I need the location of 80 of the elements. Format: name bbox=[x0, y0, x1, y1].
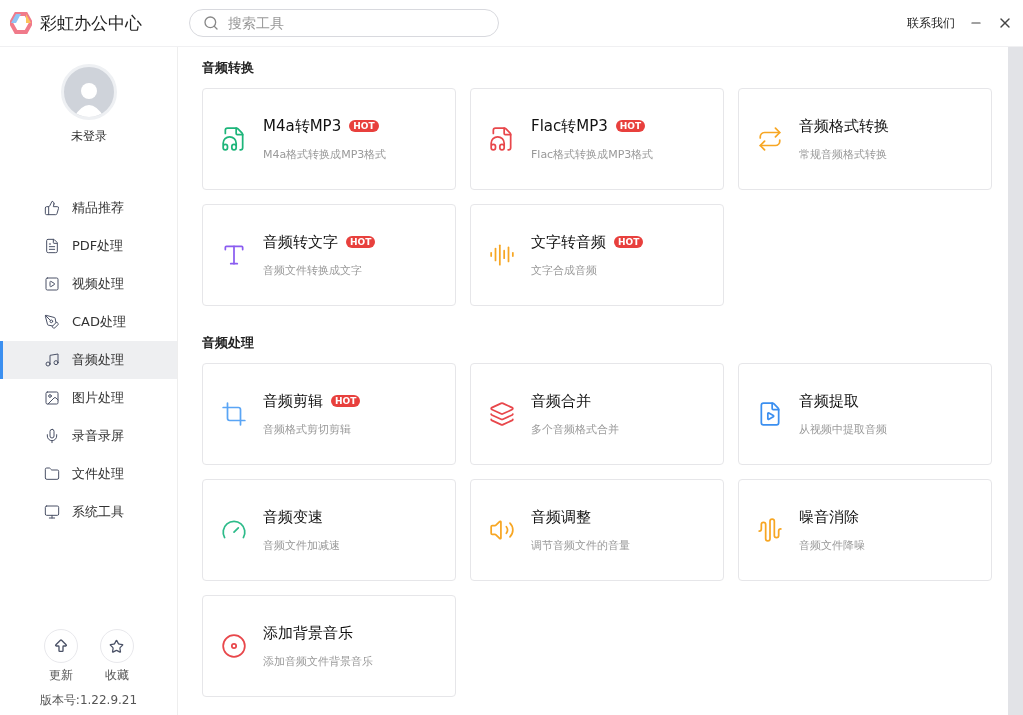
star-icon bbox=[109, 638, 124, 654]
tool-name: 音频合并 bbox=[531, 391, 591, 411]
nav-label: 录音录屏 bbox=[72, 427, 124, 445]
nav-item[interactable]: 精品推荐 bbox=[0, 189, 177, 227]
tool-card[interactable]: 噪音消除 音频文件降噪 bbox=[738, 479, 992, 581]
nav-item[interactable]: 录音录屏 bbox=[0, 417, 177, 455]
nav-icon bbox=[44, 352, 60, 368]
nav-icon bbox=[44, 504, 60, 520]
search-icon bbox=[203, 15, 219, 31]
tool-description: 多个音频格式合并 bbox=[531, 421, 619, 437]
nav-item[interactable]: 视频处理 bbox=[0, 265, 177, 303]
nav-icon bbox=[44, 314, 60, 330]
tool-card[interactable]: 音频调整 调节音频文件的音量 bbox=[470, 479, 724, 581]
section-title: 音频转换 bbox=[202, 59, 255, 77]
tool-description: 音频格式剪切剪辑 bbox=[263, 421, 352, 437]
nav-icon bbox=[44, 428, 60, 444]
tool-name: 音频变速 bbox=[263, 507, 323, 527]
tool-card[interactable]: 音频转文字 HOT 音频文件转换成文字 bbox=[202, 204, 456, 306]
nav-item[interactable]: 音频处理 bbox=[0, 341, 177, 379]
tool-description: 添加音频文件背景音乐 bbox=[263, 653, 373, 669]
hot-badge: HOT bbox=[331, 395, 361, 407]
tool-description: 调节音频文件的音量 bbox=[531, 537, 630, 553]
app-title: 彩虹办公中心 bbox=[40, 11, 142, 35]
nav-label: PDF处理 bbox=[72, 237, 124, 255]
hot-badge: HOT bbox=[346, 236, 376, 248]
tool-card[interactable]: 音频合并 多个音频格式合并 bbox=[470, 363, 724, 465]
tool-card[interactable]: 音频格式转换 常规音频格式转换 bbox=[738, 88, 992, 190]
tool-name: 音频提取 bbox=[799, 391, 859, 411]
tool-description: 常规音频格式转换 bbox=[799, 146, 888, 162]
tool-name: 音频调整 bbox=[531, 507, 591, 527]
tool-name: Flac转MP3 bbox=[531, 116, 608, 136]
login-status: 未登录 bbox=[69, 128, 108, 145]
tool-name: 音频格式转换 bbox=[799, 116, 889, 136]
nav-icon bbox=[44, 200, 60, 216]
tool-card[interactable]: 文字转音频 HOT 文字合成音频 bbox=[470, 204, 724, 306]
nav-icon bbox=[44, 238, 60, 254]
tool-name: 音频剪辑 bbox=[263, 391, 323, 411]
tool-description: 文字合成音频 bbox=[531, 262, 598, 278]
tool-name: 文字转音频 bbox=[531, 232, 606, 252]
hot-badge: HOT bbox=[349, 120, 379, 132]
section-title: 音频处理 bbox=[202, 334, 255, 352]
tool-card[interactable]: 音频提取 从视频中提取音频 bbox=[738, 363, 992, 465]
tool-description: 音频文件降噪 bbox=[799, 537, 865, 553]
logo-icon bbox=[10, 12, 32, 34]
nav-label: 系统工具 bbox=[72, 503, 124, 521]
tool-card[interactable]: 添加背景音乐 添加音频文件背景音乐 bbox=[202, 595, 456, 697]
tool-description: 音频文件加减速 bbox=[263, 537, 340, 553]
tool-card[interactable]: Flac转MP3 HOT Flac格式转换成MP3格式 bbox=[470, 88, 724, 190]
tool-name: 添加背景音乐 bbox=[263, 623, 353, 643]
tool-card[interactable]: 音频变速 音频文件加减速 bbox=[202, 479, 456, 581]
tool-name: M4a转MP3 bbox=[263, 116, 342, 136]
contact-link[interactable]: 联系我们 bbox=[907, 14, 955, 32]
tool-description: 音频文件转换成文字 bbox=[263, 262, 363, 278]
scrollbar[interactable] bbox=[1008, 47, 1023, 715]
tool-description: Flac格式转换成MP3格式 bbox=[531, 146, 654, 162]
tool-description: 从视频中提取音频 bbox=[799, 421, 887, 437]
nav-icon bbox=[44, 276, 60, 292]
nav-label: 音频处理 bbox=[72, 351, 124, 369]
search-field[interactable]: 搜索工具 bbox=[189, 9, 499, 37]
hot-badge: HOT bbox=[615, 120, 646, 132]
nav-item[interactable]: 文件处理 bbox=[0, 455, 177, 493]
nav-item[interactable]: 系统工具 bbox=[0, 493, 177, 531]
update-icon bbox=[52, 638, 69, 654]
tool-description: M4a格式转换成MP3格式 bbox=[263, 146, 387, 162]
nav-label: 精品推荐 bbox=[72, 199, 124, 217]
nav-label: CAD处理 bbox=[72, 313, 126, 331]
tool-card[interactable]: M4a转MP3 HOT M4a格式转换成MP3格式 bbox=[202, 88, 456, 190]
hot-badge: HOT bbox=[614, 236, 644, 248]
tool-name: 噪音消除 bbox=[799, 507, 859, 527]
nav-label: 图片处理 bbox=[72, 389, 124, 407]
nav-icon bbox=[44, 466, 60, 482]
version-text: 版本号:1.22.9.21 bbox=[39, 692, 138, 709]
tool-name: 音频转文字 bbox=[263, 232, 338, 252]
nav-label: 文件处理 bbox=[72, 465, 124, 483]
nav-item[interactable]: PDF处理 bbox=[0, 227, 177, 265]
nav-item[interactable]: CAD处理 bbox=[0, 303, 177, 341]
nav-item[interactable]: 图片处理 bbox=[0, 379, 177, 417]
nav-label: 视频处理 bbox=[72, 275, 124, 293]
nav-icon bbox=[44, 390, 60, 406]
tool-card[interactable]: 音频剪辑 HOT 音频格式剪切剪辑 bbox=[202, 363, 456, 465]
